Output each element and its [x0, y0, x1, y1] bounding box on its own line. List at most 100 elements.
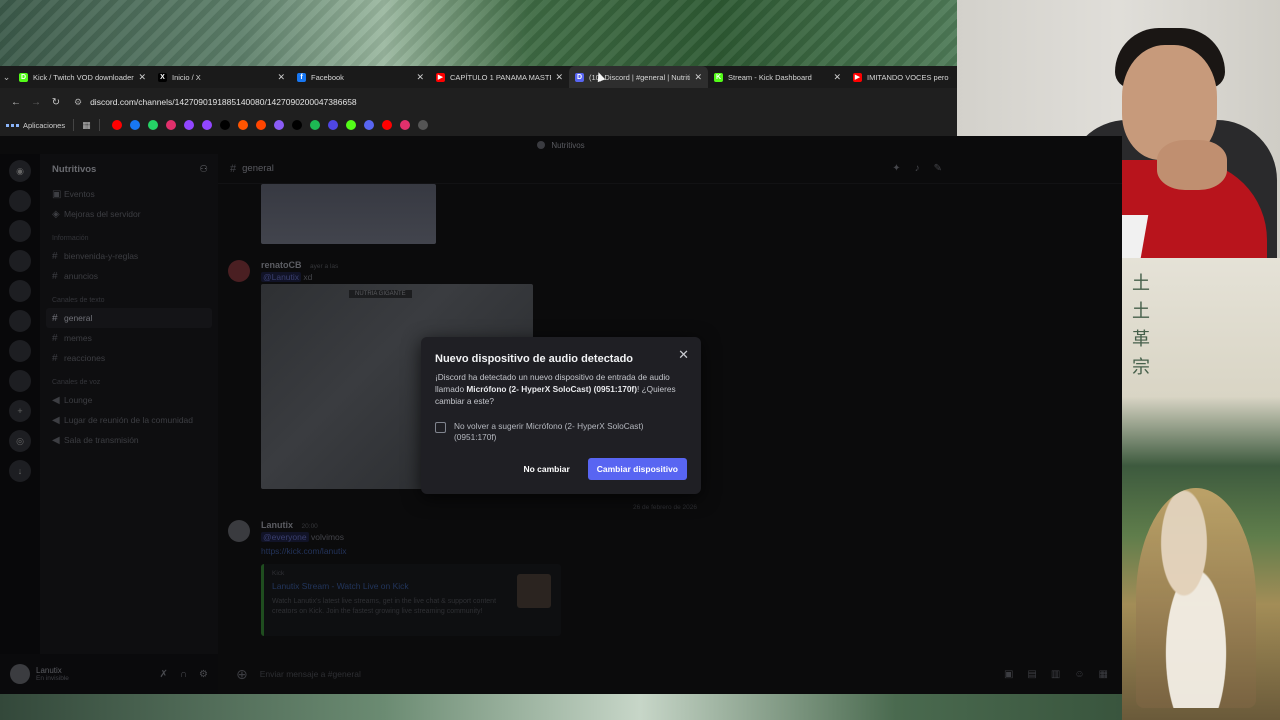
- close-tab-icon[interactable]: ✕: [555, 72, 563, 83]
- checkbox-label[interactable]: No volver a sugerir Micrófono (2- HyperX…: [454, 421, 687, 443]
- close-icon[interactable]: ✕: [678, 347, 689, 363]
- bookmark-icon[interactable]: [363, 120, 374, 130]
- bookmark-icon[interactable]: [237, 120, 248, 130]
- browser-tab[interactable]: K Stream - Kick Dashboard ✕: [708, 66, 847, 88]
- apps-grid-icon[interactable]: [6, 123, 19, 127]
- bookmark-icon[interactable]: [399, 120, 410, 130]
- close-tab-icon[interactable]: ✕: [694, 72, 702, 83]
- message-attachment-image[interactable]: [261, 184, 436, 244]
- emoji-icon[interactable]: ☺: [1074, 669, 1084, 680]
- channel-item-general[interactable]: # general: [46, 308, 212, 328]
- reload-icon[interactable]: ↻: [46, 97, 66, 108]
- site-info-icon[interactable]: ⚙: [74, 97, 82, 108]
- discover-icon[interactable]: ◎: [9, 430, 31, 452]
- forward-arrow-icon[interactable]: →: [26, 97, 46, 108]
- url-field[interactable]: ⚙ discord.com/channels/14270901918851400…: [74, 97, 357, 108]
- gif-icon[interactable]: ▤: [1027, 669, 1036, 680]
- sidebar-item-events[interactable]: ▣ Eventos: [40, 184, 218, 204]
- gear-icon[interactable]: ⚙: [199, 669, 208, 680]
- server-icon[interactable]: [9, 190, 31, 212]
- server-icon[interactable]: [9, 250, 31, 272]
- back-arrow-icon[interactable]: ←: [6, 97, 26, 108]
- close-tab-icon[interactable]: ✕: [277, 72, 285, 83]
- tab-search-chevron-icon[interactable]: ⌄: [0, 66, 13, 88]
- direct-messages-icon[interactable]: ◉: [9, 160, 31, 182]
- pin-icon[interactable]: ✎: [934, 163, 942, 174]
- bookmark-icon[interactable]: [129, 120, 140, 130]
- bookmark-icon[interactable]: [165, 120, 176, 130]
- bookmark-icon[interactable]: [327, 120, 338, 130]
- user-status: En invisible: [36, 675, 69, 682]
- headphones-icon[interactable]: ∩: [180, 669, 187, 680]
- dont-change-button[interactable]: No cambiar: [515, 458, 577, 480]
- server-icon[interactable]: [9, 340, 31, 362]
- message-author[interactable]: Lanutix: [261, 520, 293, 530]
- bookmark-icon[interactable]: [201, 120, 212, 130]
- bookmark-icon[interactable]: [417, 120, 428, 130]
- bookmark-icon[interactable]: [255, 120, 266, 130]
- browser-tab[interactable]: D Kick / Twitch VOD downloader ✕: [13, 66, 152, 88]
- change-device-button[interactable]: Cambiar dispositivo: [587, 458, 687, 480]
- close-tab-icon[interactable]: ✕: [833, 72, 841, 83]
- category-text-channels[interactable]: Canales de texto: [40, 286, 218, 308]
- bookmark-icon[interactable]: [219, 120, 230, 130]
- avatar[interactable]: [228, 520, 250, 542]
- download-icon[interactable]: ↓: [9, 460, 31, 482]
- sticker-icon[interactable]: ▥: [1051, 669, 1060, 680]
- tab-favicon-icon: D: [19, 72, 28, 82]
- voice-channel-item[interactable]: ◀ Sala de transmisión: [40, 430, 218, 450]
- browser-tab[interactable]: ▶ CAPÍTULO 1 PANAMA MASTER ✕: [430, 66, 569, 88]
- avatar[interactable]: [228, 260, 250, 282]
- channel-item[interactable]: # reacciones: [40, 348, 218, 368]
- sidebar-item-boosts[interactable]: ◈ Mejoras del servidor: [40, 204, 218, 224]
- apps-icon[interactable]: ▦: [1099, 669, 1108, 680]
- browser-tab[interactable]: X Inicio / X ✕: [152, 66, 291, 88]
- server-icon[interactable]: [9, 280, 31, 302]
- server-icon[interactable]: [9, 370, 31, 392]
- add-server-icon[interactable]: +: [9, 400, 31, 422]
- message-composer[interactable]: ⊕ Enviar mensaje a #general ▣ ▤ ▥ ☺ ▦: [218, 658, 1122, 690]
- bookmark-apps-label[interactable]: Aplicaciones: [23, 121, 65, 130]
- threads-icon[interactable]: ✦: [892, 163, 900, 174]
- bell-icon[interactable]: ♪: [915, 163, 920, 174]
- server-icon[interactable]: [9, 220, 31, 242]
- browser-tab[interactable]: ▶ IMITANDO VOCES pero es: [847, 66, 957, 88]
- embed-title[interactable]: Lanutix Stream - Watch Live on Kick: [272, 581, 553, 591]
- dont-suggest-checkbox[interactable]: [435, 422, 446, 433]
- message-link[interactable]: https://kick.com/lanutix: [261, 546, 347, 556]
- bookmark-icon[interactable]: [183, 120, 194, 130]
- invite-people-icon[interactable]: ⚇: [199, 164, 208, 175]
- message-author[interactable]: renatoCB: [261, 260, 302, 270]
- channel-item[interactable]: # bienvenida-y-reglas: [40, 246, 218, 266]
- channel-item[interactable]: # anuncios: [40, 266, 218, 286]
- category-information[interactable]: Información: [40, 224, 218, 246]
- bookmark-icon[interactable]: [111, 120, 122, 130]
- message-timestamp: ayer a las: [310, 263, 339, 270]
- bookmark-icon[interactable]: [381, 120, 392, 130]
- background-scenery-top: [0, 0, 960, 66]
- close-tab-icon[interactable]: ✕: [416, 72, 424, 83]
- microphone-muted-icon[interactable]: ✗: [159, 669, 167, 680]
- bookmark-icon[interactable]: [273, 120, 284, 130]
- embed-thumbnail[interactable]: [517, 574, 551, 608]
- bookmark-icon[interactable]: [309, 120, 320, 130]
- server-icon[interactable]: [9, 310, 31, 332]
- user-mention[interactable]: @Lanutix: [261, 272, 302, 282]
- dont-suggest-checkbox-row[interactable]: No volver a sugerir Micrófono (2- HyperX…: [435, 421, 687, 443]
- grid-icon[interactable]: ▦: [82, 120, 91, 131]
- close-tab-icon[interactable]: ✕: [138, 72, 146, 83]
- bookmark-icon[interactable]: [147, 120, 158, 130]
- everyone-mention[interactable]: @everyone: [261, 532, 309, 542]
- bookmark-icon[interactable]: [291, 120, 302, 130]
- gift-icon[interactable]: ▣: [1004, 669, 1013, 680]
- browser-tab-active[interactable]: D (10) Discord | #general | Nutriti ✕: [569, 66, 708, 88]
- channel-item[interactable]: # memes: [40, 328, 218, 348]
- browser-tab[interactable]: f Facebook ✕: [291, 66, 430, 88]
- add-attachment-icon[interactable]: ⊕: [236, 666, 248, 683]
- voice-channel-item[interactable]: ◀ Lugar de reunión de la comunidad: [40, 410, 218, 430]
- server-header[interactable]: Nutritivos ⚇: [40, 154, 218, 184]
- category-voice-channels[interactable]: Canales de voz: [40, 368, 218, 390]
- voice-channel-item[interactable]: ◀ Lounge: [40, 390, 218, 410]
- bookmark-icon[interactable]: [345, 120, 356, 130]
- avatar[interactable]: [10, 664, 30, 684]
